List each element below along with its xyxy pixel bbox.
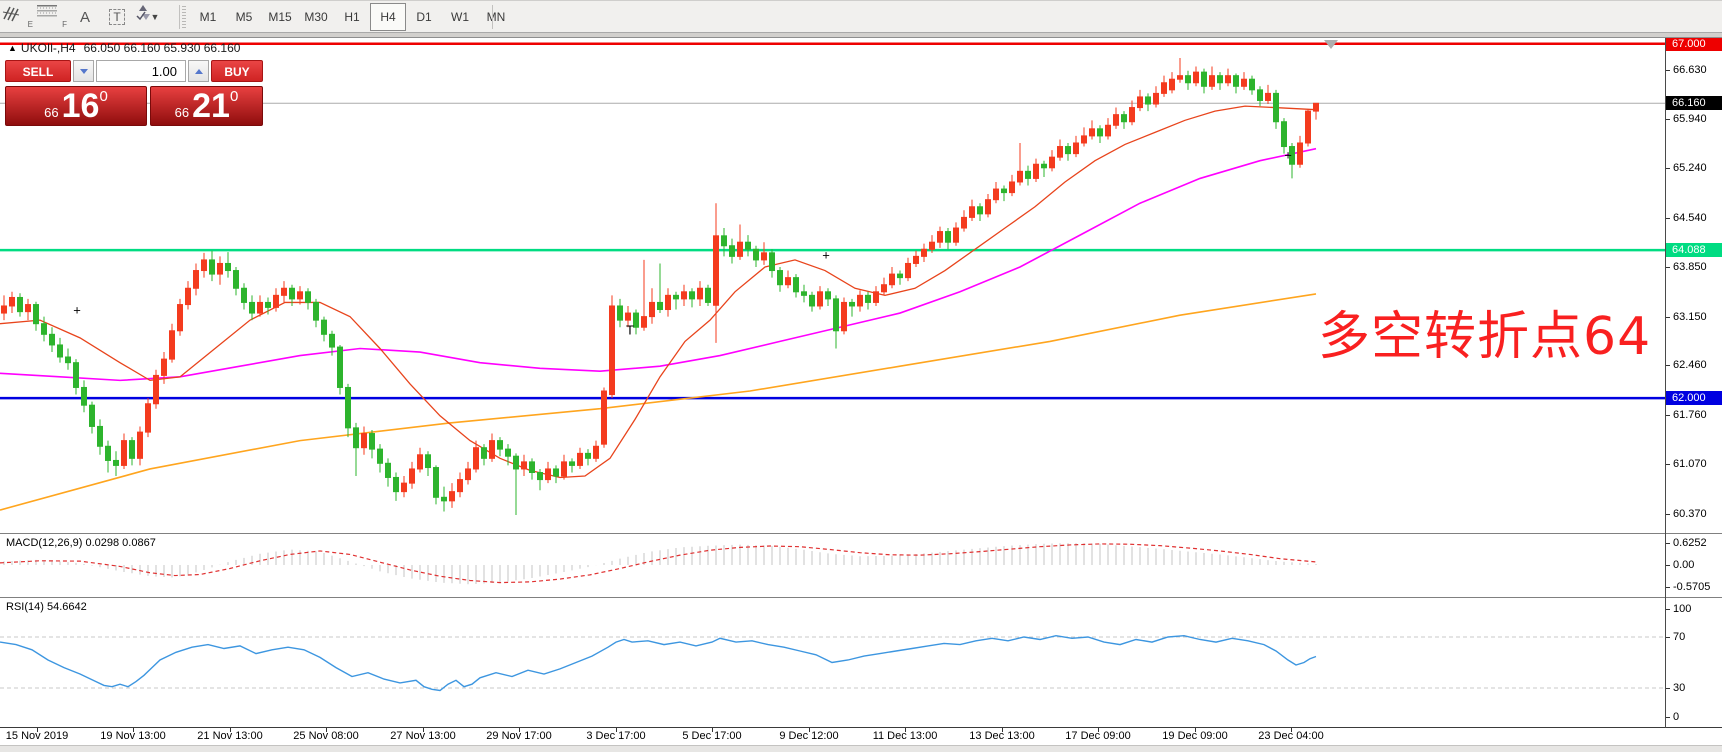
timeframe-d1[interactable]: D1 — [406, 3, 442, 31]
timeframe-h4[interactable]: H4 — [370, 3, 406, 31]
trading-terminal: E F A T ▼ M1M5M15M30H1H4D — [0, 0, 1722, 752]
price-axis-label: 64.540 — [1666, 211, 1722, 225]
rsi-axis-label: 100 — [1666, 602, 1722, 616]
price-axis-label: 65.940 — [1666, 112, 1722, 126]
time-axis-label: 25 Nov 08:00 — [293, 730, 358, 742]
time-axis-label: 3 Dec 17:00 — [586, 730, 645, 742]
timeframe-m5[interactable]: M5 — [226, 3, 262, 31]
macd-chart — [0, 535, 1665, 597]
chart-title: ▲ UKOIl-,H4 66.050 66.160 65.930 66.160 — [8, 41, 240, 55]
macd-axis-label: 0.6252 — [1666, 536, 1722, 550]
arrow-down-icon — [80, 69, 88, 74]
grid-tool-icon[interactable]: F — [36, 3, 70, 31]
price-level-badge: 66.160 — [1666, 96, 1722, 110]
time-axis-label: 15 Nov 2019 — [6, 730, 68, 742]
rsi-pane: RSI(14) 54.6642 100 70 30 0 — [0, 599, 1722, 727]
time-axis-label: 21 Nov 13:00 — [197, 730, 262, 742]
ask-figure: 66 — [175, 103, 189, 123]
one-click-trade-widget: SELL BUY 66160 66210 — [5, 60, 267, 126]
price-level-badge: 62.000 — [1666, 391, 1722, 405]
rsi-axis-label: 0 — [1666, 710, 1722, 724]
timeframe-mn[interactable]: MN — [478, 3, 514, 31]
time-axis-label: 11 Dec 13:00 — [873, 730, 938, 742]
pattern-tool-icon[interactable]: E — [2, 3, 36, 31]
timeframe-m1[interactable]: M1 — [190, 3, 226, 31]
price-axis-label: 62.460 — [1666, 358, 1722, 372]
timeframe-w1[interactable]: W1 — [442, 3, 478, 31]
trade-marker: + — [822, 248, 830, 263]
pane-separator[interactable] — [0, 533, 1722, 534]
time-axis-label: 13 Dec 13:00 — [969, 730, 1034, 742]
bid-figure: 66 — [44, 103, 58, 123]
trade-marker: T — [626, 323, 634, 338]
arrow-up-icon — [195, 69, 203, 74]
chart-shift-marker[interactable] — [1324, 40, 1338, 49]
price-level-badge: 64.088 — [1666, 243, 1722, 257]
buy-button[interactable]: BUY — [211, 60, 263, 82]
volume-input[interactable] — [96, 60, 186, 82]
macd-axis-label: -0.5705 — [1666, 580, 1722, 594]
time-axis-label: 9 Dec 12:00 — [779, 730, 838, 742]
time-axis-label: 23 Dec 04:00 — [1258, 730, 1323, 742]
price-level-badge: 67.000 — [1666, 38, 1722, 51]
sell-button[interactable]: SELL — [5, 60, 71, 82]
timeframe-m15[interactable]: M15 — [262, 3, 298, 31]
time-axis[interactable]: 15 Nov 2019 19 Nov 13:00 21 Nov 13:00 25 No… — [0, 728, 1722, 745]
ohlc-values: 66.050 66.160 65.930 66.160 — [84, 41, 241, 55]
ask-point: 0 — [230, 89, 238, 104]
time-axis-label: 19 Dec 09:00 — [1162, 730, 1227, 742]
rsi-axis-label: 30 — [1666, 681, 1722, 695]
toolbar-separator — [492, 5, 493, 29]
time-axis-label: 29 Nov 17:00 — [486, 730, 551, 742]
rsi-axis-label: 70 — [1666, 630, 1722, 644]
pane-separator[interactable] — [0, 597, 1722, 598]
text-label-icon[interactable]: A — [68, 3, 102, 31]
rsi-chart — [0, 599, 1665, 727]
trade-marker: + — [73, 303, 81, 318]
macd-axis-label: 0.00 — [1666, 558, 1722, 572]
bid-pips: 16 — [62, 89, 100, 123]
price-axis-label: 66.630 — [1666, 63, 1722, 77]
rsi-label: RSI(14) 54.6642 — [6, 601, 87, 613]
time-axis-label: 27 Nov 13:00 — [390, 730, 455, 742]
arrows-tool-icon[interactable]: ▼ — [134, 3, 174, 31]
toolbar-drag-handle[interactable] — [182, 6, 186, 28]
price-axis-border — [1665, 38, 1666, 728]
text-box-icon[interactable]: T — [100, 3, 134, 31]
trade-marker: + — [1284, 148, 1292, 163]
window-bottom-edge — [0, 745, 1722, 752]
price-axis-label: 60.370 — [1666, 507, 1722, 521]
timeframe-m30[interactable]: M30 — [298, 3, 334, 31]
toolbar: E F A T ▼ M1M5M15M30H1H4D — [0, 0, 1722, 33]
toolbar-separator — [179, 5, 180, 29]
price-axis-label: 63.150 — [1666, 310, 1722, 324]
collapse-triangle-icon: ▲ — [8, 43, 17, 53]
timeframe-h1[interactable]: H1 — [334, 3, 370, 31]
chart-window: ▲ UKOIl-,H4 66.050 66.160 65.930 66.160 SE… — [0, 38, 1722, 752]
price-chart-pane[interactable]: ▲ UKOIl-,H4 66.050 66.160 65.930 66.160 SE… — [0, 38, 1722, 533]
bid-price-panel[interactable]: 66160 — [5, 86, 147, 126]
macd-pane: MACD(12,26,9) 0.0298 0.0867 0.6252 0.00 -0… — [0, 535, 1722, 597]
time-axis-label: 5 Dec 17:00 — [682, 730, 741, 742]
ask-price-panel[interactable]: 66210 — [150, 86, 263, 126]
price-axis-label: 65.240 — [1666, 161, 1722, 175]
macd-label: MACD(12,26,9) 0.0298 0.0867 — [6, 537, 156, 549]
price-axis-label: 63.850 — [1666, 260, 1722, 274]
chart-annotation-text[interactable]: 多空转折点64 — [1318, 294, 1651, 369]
volume-up-button[interactable] — [188, 60, 209, 82]
ask-pips: 21 — [192, 89, 230, 123]
bid-point: 0 — [99, 89, 107, 104]
price-axis-label: 61.070 — [1666, 457, 1722, 471]
time-axis-label: 17 Dec 09:00 — [1065, 730, 1130, 742]
volume-down-button[interactable] — [73, 60, 94, 82]
price-axis-label: 61.760 — [1666, 408, 1722, 422]
time-axis-label: 19 Nov 13:00 — [100, 730, 165, 742]
timeframe-bar: M1M5M15M30H1H4D1W1MN — [190, 3, 514, 31]
symbol-label: UKOIl-,H4 — [21, 41, 76, 55]
